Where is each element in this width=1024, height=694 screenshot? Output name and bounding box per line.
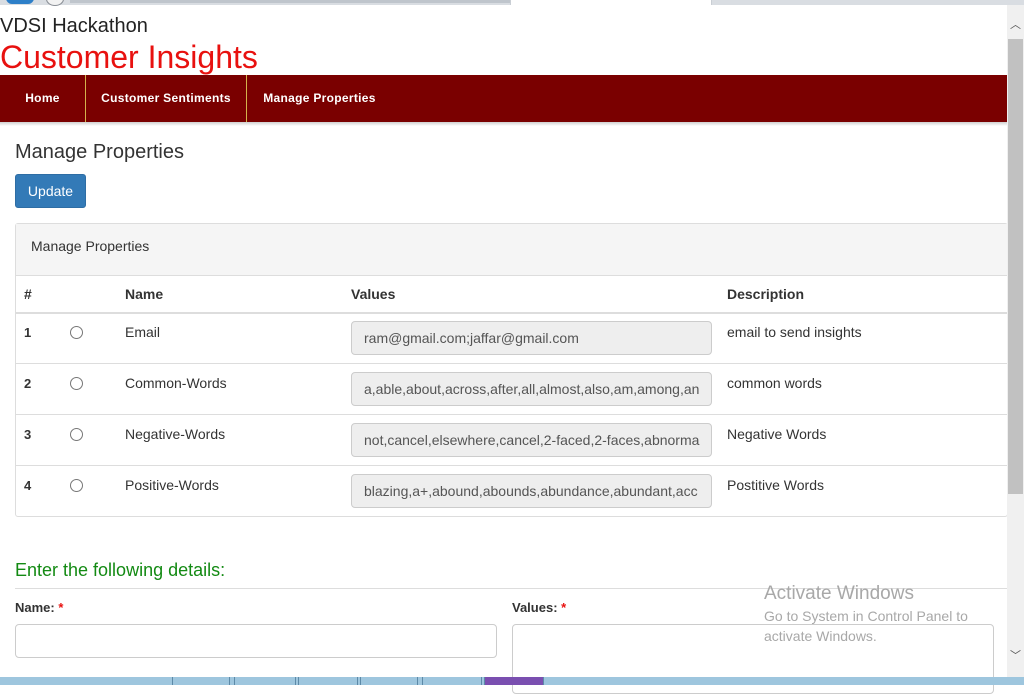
browser-forward-button[interactable] — [46, 0, 64, 6]
property-description: email to send insights — [727, 324, 862, 340]
column-header-name: Name — [125, 286, 164, 302]
activation-watermark: Activate Windows Go to System in Control… — [764, 582, 968, 646]
row-divider — [16, 465, 1007, 466]
row-select-radio[interactable] — [70, 428, 83, 441]
browser-tab[interactable] — [70, 0, 510, 3]
browser-back-button[interactable] — [6, 0, 34, 4]
browser-active-tab[interactable] — [510, 0, 712, 5]
row-divider — [16, 363, 1007, 364]
os-taskbar — [0, 677, 1024, 685]
taskbar-button[interactable] — [298, 677, 358, 685]
row-select-radio[interactable] — [70, 377, 83, 390]
taskbar-button[interactable] — [234, 677, 296, 685]
vertical-scrollbar[interactable]: ︿ ﹀ — [1007, 5, 1024, 677]
row-select-radio[interactable] — [70, 479, 83, 492]
taskbar-button[interactable] — [172, 677, 230, 685]
app-title: Customer Insights — [0, 39, 258, 75]
update-button[interactable]: Update — [15, 174, 86, 208]
row-select-radio[interactable] — [70, 326, 83, 339]
scroll-down-arrow-icon[interactable]: ﹀ — [1007, 650, 1024, 662]
property-values-field[interactable]: not,cancel,elsewhere,cancel,2-faced,2-fa… — [351, 423, 712, 457]
values-label-text: Values: — [512, 600, 558, 615]
scroll-up-arrow-icon[interactable]: ︿ — [1007, 19, 1024, 31]
taskbar-button[interactable] — [484, 677, 544, 685]
panel-title: Manage Properties — [31, 238, 150, 254]
main-navbar: Home Customer Sentiments Manage Properti… — [0, 75, 1007, 122]
nav-home[interactable]: Home — [0, 75, 85, 122]
property-name: Negative-Words — [125, 426, 226, 442]
property-values-field[interactable]: a,able,about,across,after,all,almost,als… — [351, 372, 712, 406]
column-header-number: # — [24, 286, 32, 302]
properties-panel: Manage Properties # Name Values Descript… — [15, 223, 1008, 517]
property-description: Negative Words — [727, 426, 827, 442]
name-label-text: Name: — [15, 600, 55, 615]
property-name: Common-Words — [125, 375, 227, 391]
property-values-field[interactable]: ram@gmail.com;jaffar@gmail.com — [351, 321, 712, 355]
details-section-title: Enter the following details: — [15, 560, 226, 580]
property-description: Postitive Words — [727, 477, 824, 493]
scrollbar-thumb[interactable] — [1008, 39, 1023, 494]
watermark-title: Activate Windows — [764, 583, 914, 604]
page-title: Manage Properties — [15, 141, 184, 163]
row-divider — [16, 414, 1007, 415]
property-name: Email — [125, 324, 161, 340]
name-field-label: Name: * — [15, 600, 63, 615]
property-values-field[interactable]: blazing,a+,abound,abounds,abundance,abun… — [351, 474, 712, 508]
app-name: VDSI Hackathon — [0, 15, 148, 37]
nav-manage-properties[interactable]: Manage Properties — [247, 75, 392, 122]
column-header-description: Description — [727, 286, 805, 302]
browser-tab-strip — [0, 0, 1024, 6]
app-header: VDSI Hackathon Customer Insights — [0, 14, 258, 76]
row-number: 4 — [24, 478, 32, 493]
table-header-rule — [16, 312, 1007, 314]
navbar-shadow — [0, 122, 1007, 126]
property-description: common words — [727, 375, 822, 391]
taskbar-button[interactable] — [422, 677, 482, 685]
name-input[interactable] — [15, 624, 497, 658]
row-number: 3 — [24, 427, 32, 442]
property-name: Positive-Words — [125, 477, 219, 493]
panel-heading: Manage Properties — [16, 224, 1007, 276]
values-field-label: Values: * — [512, 600, 566, 615]
row-number: 2 — [24, 376, 32, 391]
watermark-line: activate Windows. — [764, 628, 877, 644]
row-number: 1 — [24, 325, 32, 340]
taskbar-button[interactable] — [360, 677, 418, 685]
required-marker: * — [58, 600, 64, 615]
watermark-line: Go to System in Control Panel to — [764, 608, 968, 624]
required-marker: * — [561, 600, 567, 615]
column-header-values: Values — [351, 286, 396, 302]
nav-customer-sentiments[interactable]: Customer Sentiments — [86, 75, 246, 122]
